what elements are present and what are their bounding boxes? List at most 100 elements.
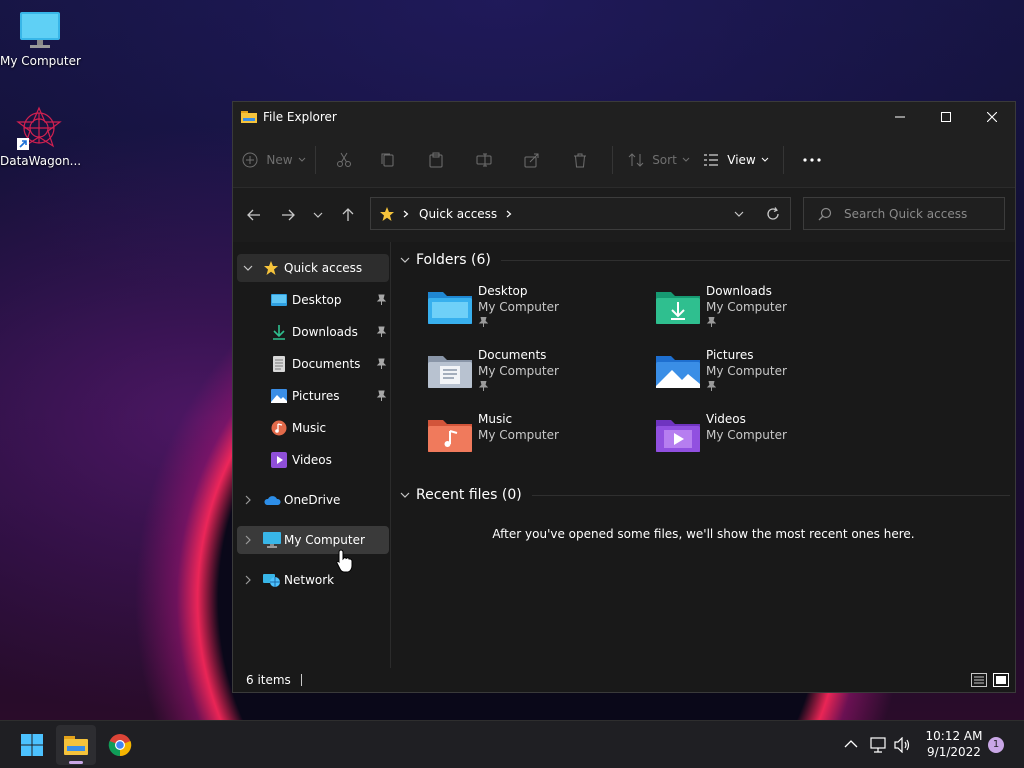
- chevron-down-icon[interactable]: [400, 257, 410, 263]
- pictures-icon: [271, 389, 287, 403]
- sidebar-item-network[interactable]: Network: [237, 566, 389, 594]
- sidebar-item-documents[interactable]: Documents: [237, 350, 389, 378]
- view-button[interactable]: View: [697, 144, 775, 176]
- folders-header-label: Folders (6): [416, 252, 491, 268]
- folder-tile-music[interactable]: Music My Computer: [428, 412, 648, 472]
- details-view-icon[interactable]: [971, 673, 987, 687]
- arrow-left-icon: [247, 209, 260, 221]
- clock[interactable]: 10:12 AM 9/1/2022: [922, 728, 986, 760]
- folder-location: My Computer: [706, 428, 787, 442]
- folder-tile-downloads[interactable]: Downloads My Computer: [656, 284, 876, 344]
- folder-location: My Computer: [478, 428, 559, 442]
- delete-button[interactable]: [556, 144, 604, 176]
- section-divider: [531, 494, 1010, 496]
- share-icon: [524, 153, 539, 167]
- pin-icon: [376, 326, 387, 337]
- file-explorer-icon: [241, 111, 257, 123]
- sidebar-item-label: OneDrive: [284, 493, 341, 507]
- navigation-pane: Quick access Desktop Downloads Documents…: [233, 242, 391, 669]
- taskbar-file-explorer[interactable]: [56, 725, 96, 765]
- chevron-down-icon[interactable]: [400, 492, 410, 498]
- folder-location: My Computer: [706, 300, 787, 314]
- chevron-right-icon[interactable]: [245, 495, 251, 505]
- pin-icon: [376, 390, 387, 401]
- chevron-right-icon[interactable]: [506, 210, 512, 218]
- rename-button[interactable]: [460, 144, 508, 176]
- share-button[interactable]: [508, 144, 556, 176]
- up-button[interactable]: [331, 200, 365, 230]
- star-icon: [380, 206, 394, 221]
- maximize-button[interactable]: [923, 102, 969, 132]
- toolbar-divider: [612, 145, 613, 174]
- status-bar: 6 items: [233, 668, 1015, 692]
- recent-header-label: Recent files (0): [416, 487, 522, 503]
- chevron-down-icon[interactable]: [734, 211, 744, 217]
- command-bar: New Sort View: [233, 132, 1015, 188]
- folder-name: Downloads: [706, 284, 772, 298]
- search-placeholder: Search Quick access: [844, 206, 968, 221]
- chevron-down-icon[interactable]: [243, 265, 253, 271]
- videos-folder-icon: [656, 420, 700, 452]
- scissors-icon: [337, 152, 351, 167]
- copy-icon: [381, 153, 394, 166]
- network-status-icon[interactable]: [870, 737, 888, 753]
- monitor-icon: [20, 12, 60, 48]
- large-icons-view-icon[interactable]: [993, 673, 1009, 687]
- trash-icon: [574, 153, 586, 167]
- close-button[interactable]: [969, 102, 1015, 132]
- close-icon: [987, 112, 997, 122]
- refresh-icon[interactable]: [766, 206, 780, 221]
- sidebar-item-music[interactable]: Music: [237, 414, 389, 442]
- sidebar-item-downloads[interactable]: Downloads: [237, 318, 389, 346]
- address-bar[interactable]: Quick access: [370, 197, 791, 230]
- cut-button[interactable]: [324, 144, 364, 176]
- plus-circle-icon: [242, 152, 258, 167]
- address-location[interactable]: Quick access: [419, 207, 497, 221]
- new-button[interactable]: New: [241, 144, 307, 176]
- sort-button[interactable]: Sort: [621, 144, 697, 176]
- recent-locations-button[interactable]: [305, 200, 331, 230]
- copy-button[interactable]: [364, 144, 412, 176]
- chevron-right-icon[interactable]: [245, 575, 251, 585]
- sidebar-item-pictures[interactable]: Pictures: [237, 382, 389, 410]
- speaker-icon[interactable]: [894, 737, 912, 753]
- arrow-up-icon: [342, 208, 354, 221]
- folder-tile-documents[interactable]: Documents My Computer: [428, 348, 648, 408]
- notification-badge[interactable]: 1: [988, 737, 1004, 753]
- folder-tile-desktop[interactable]: Desktop My Computer: [428, 284, 648, 344]
- forward-button[interactable]: [271, 200, 305, 230]
- sidebar-item-label: Videos: [292, 453, 332, 467]
- sidebar-item-onedrive[interactable]: OneDrive: [237, 486, 389, 514]
- sidebar-item-quick-access[interactable]: Quick access: [237, 254, 389, 282]
- chevron-right-icon[interactable]: [245, 535, 251, 545]
- sidebar-item-my-computer[interactable]: My Computer: [237, 526, 389, 554]
- paste-button[interactable]: [412, 144, 460, 176]
- chrome-icon: [108, 734, 132, 757]
- taskbar-chrome[interactable]: [100, 725, 140, 765]
- sidebar-item-desktop[interactable]: Desktop: [237, 286, 389, 314]
- sidebar-item-videos[interactable]: Videos: [237, 446, 389, 474]
- back-button[interactable]: [237, 200, 271, 230]
- folder-tile-pictures[interactable]: Pictures My Computer: [656, 348, 876, 408]
- desktop-icon-datawagon[interactable]: DataWagon...: [0, 106, 81, 168]
- pin-icon: [706, 381, 716, 391]
- pin-icon: [478, 317, 488, 327]
- arrow-right-icon: [282, 209, 295, 221]
- sidebar-item-label: Music: [292, 421, 327, 435]
- desktop-icon-my-computer[interactable]: My Computer: [0, 10, 81, 68]
- chevron-up-icon[interactable]: [844, 739, 858, 749]
- minimize-button[interactable]: [877, 102, 923, 132]
- more-dots-icon: [803, 157, 821, 162]
- toolbar-divider: [315, 145, 316, 174]
- title-bar[interactable]: File Explorer: [233, 102, 1015, 132]
- folder-name: Pictures: [706, 348, 754, 362]
- start-button[interactable]: [12, 725, 52, 765]
- folder-tile-videos[interactable]: Videos My Computer: [656, 412, 876, 472]
- recent-files-section-header[interactable]: Recent files (0): [400, 487, 1010, 503]
- folder-name: Desktop: [478, 284, 528, 298]
- network-icon: [263, 574, 280, 587]
- search-box[interactable]: Search Quick access: [803, 197, 1005, 230]
- see-more-button[interactable]: [792, 144, 832, 176]
- folders-section-header[interactable]: Folders (6): [400, 252, 1010, 268]
- new-label: New: [266, 152, 293, 167]
